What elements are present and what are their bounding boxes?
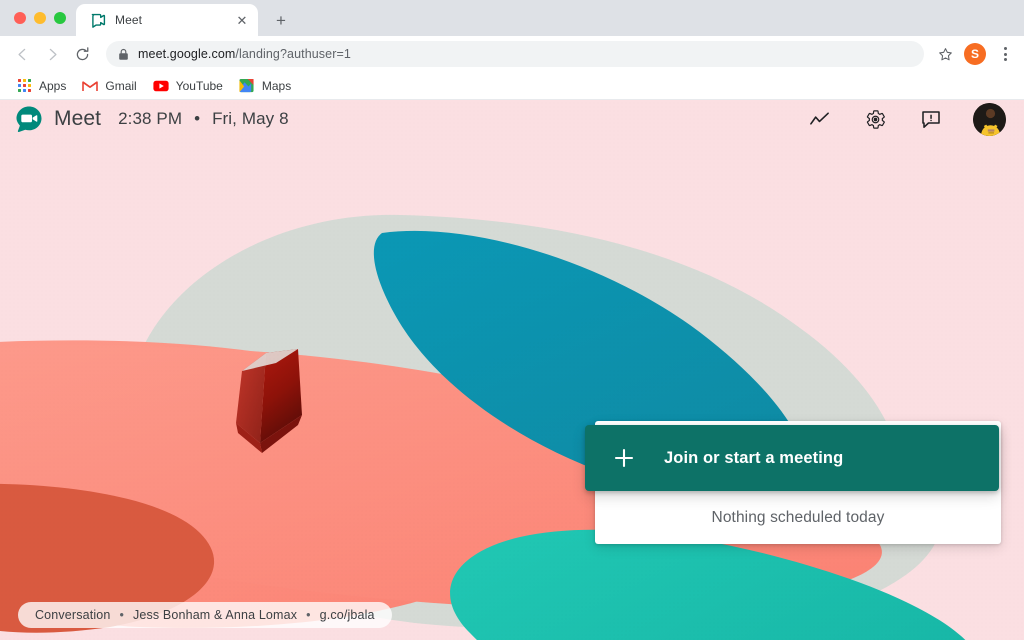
tab-strip: Meet ✕ + [0,0,1024,36]
bookmark-youtube[interactable]: YouTube [145,75,231,97]
chrome-profile-avatar[interactable]: S [964,43,986,65]
tab-title: Meet [115,13,225,27]
browser-window: Meet ✕ + [0,0,1024,640]
caption-dot-1: • [119,608,124,622]
join-button-label: Join or start a meeting [664,449,843,468]
meet-video-logo-icon [14,104,44,134]
url-path: /landing?authuser=1 [235,47,351,61]
plus-icon [612,446,636,470]
feedback-icon[interactable] [911,99,951,139]
meet-landing-page: Meet 2:38 PM • Fri, May 8 [0,93,1024,640]
lock-icon [118,48,129,61]
back-icon[interactable] [8,40,36,68]
tab-meet[interactable]: Meet ✕ [76,4,258,36]
youtube-icon [153,78,169,94]
bookmark-label: YouTube [176,79,223,93]
forward-icon[interactable] [38,40,66,68]
gmail-icon [82,78,98,94]
new-tab-button[interactable]: + [267,6,295,34]
minimize-window-button[interactable] [34,12,46,24]
current-date: Fri, May 8 [212,109,289,129]
hero-artwork [0,93,1024,640]
window-traffic-lights [8,0,76,36]
maximize-window-button[interactable] [54,12,66,24]
gear-icon[interactable] [855,99,895,139]
caption-kind: Conversation [35,608,110,622]
url-text: meet.google.com/landing?authuser=1 [138,47,351,61]
current-time: 2:38 PM [118,109,182,129]
browser-chrome: Meet ✕ + [0,0,1024,100]
chrome-menu-icon[interactable] [994,41,1016,67]
meet-favicon-icon [90,12,106,28]
maps-icon [239,78,255,94]
bookmark-label: Apps [39,79,66,93]
close-window-button[interactable] [14,12,26,24]
activity-icon[interactable] [799,99,839,139]
bookmarks-bar: Apps Gmail YouTube [0,72,1024,100]
bookmark-gmail[interactable]: Gmail [74,75,144,97]
artwork-caption: Conversation • Jess Bonham & Anna Lomax … [18,602,392,628]
bookmark-star-icon[interactable] [932,41,958,67]
close-icon[interactable]: ✕ [234,12,250,28]
bookmark-apps[interactable]: Apps [8,75,74,97]
address-bar[interactable]: meet.google.com/landing?authuser=1 [106,41,924,67]
caption-dot-2: • [306,608,311,622]
browser-toolbar: meet.google.com/landing?authuser=1 S [0,36,1024,72]
avatar[interactable] [973,103,1006,136]
empty-schedule-message: Nothing scheduled today [595,491,1001,544]
bookmark-maps[interactable]: Maps [231,75,299,97]
apps-grid-icon [16,78,32,94]
meet-header: Meet 2:38 PM • Fri, May 8 [0,93,1024,145]
url-domain: meet.google.com [138,47,235,61]
header-separator: • [194,109,200,129]
caption-link: g.co/jbala [320,608,375,622]
meet-brand-title: Meet [54,107,101,131]
bookmark-label: Gmail [105,79,136,93]
bookmark-label: Maps [262,79,291,93]
join-or-start-meeting-button[interactable]: Join or start a meeting [585,425,999,491]
reload-icon[interactable] [68,40,96,68]
caption-credit: Jess Bonham & Anna Lomax [133,608,297,622]
